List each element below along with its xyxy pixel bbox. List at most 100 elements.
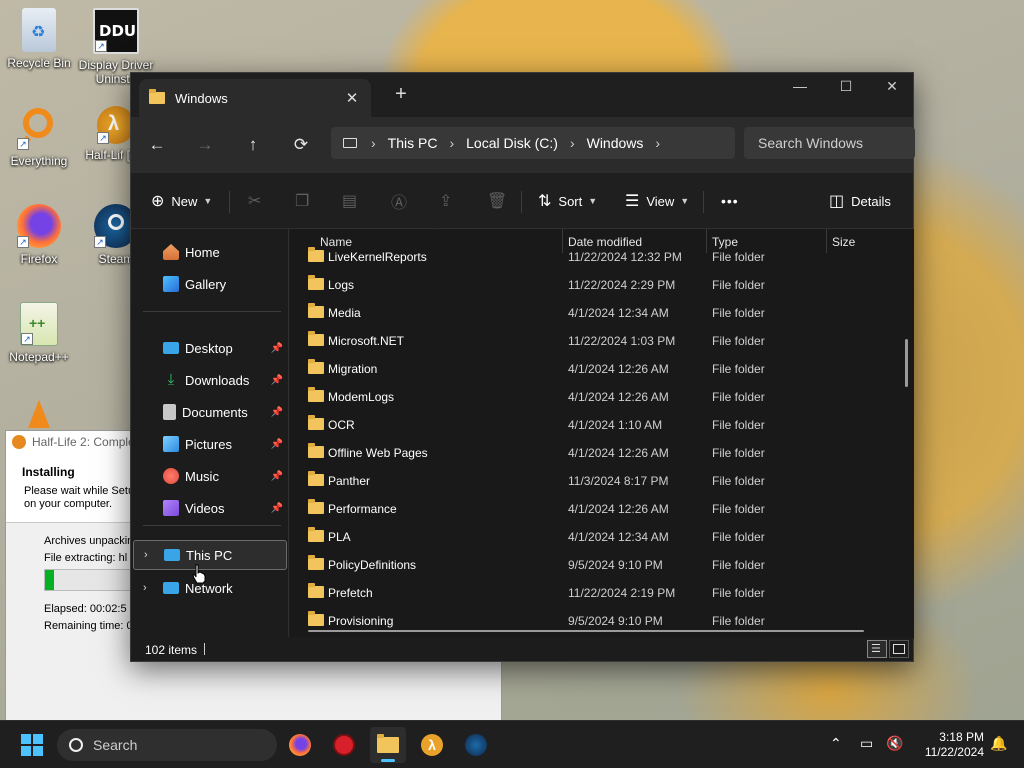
windows-logo-icon	[21, 734, 43, 756]
pin-icon[interactable]: 📌	[271, 439, 283, 450]
system-clock[interactable]: 3:18 PM 11/22/2024	[916, 730, 984, 760]
desktop-icon-label: Notepad++	[9, 350, 69, 364]
share-button[interactable]: ⇪	[439, 173, 459, 229]
table-row[interactable]: Migration 4/1/2024 12:26 AM File folder	[290, 355, 914, 383]
shortcut-arrow-icon: ↗	[21, 333, 33, 345]
see-more-button[interactable]: •••	[721, 173, 739, 229]
item-count: 102 items	[145, 643, 198, 657]
sidebar-item-network[interactable]: › Network	[133, 573, 287, 603]
volume-muted-icon[interactable]: 🔇	[886, 735, 903, 752]
table-row[interactable]: PLA 4/1/2024 12:34 AM File folder	[290, 523, 914, 551]
sidebar-item-this-pc[interactable]: › This PC	[133, 540, 287, 570]
view-button[interactable]: ☰ View ▼	[625, 173, 689, 229]
folder-icon	[308, 303, 324, 318]
table-row[interactable]: PolicyDefinitions 9/5/2024 9:10 PM File fo…	[290, 551, 914, 579]
pin-icon[interactable]: 📌	[271, 471, 283, 482]
desktop-icon-notepadpp[interactable]: ++ ↗ Notepad++	[1, 302, 77, 364]
start-button[interactable]	[14, 727, 50, 763]
chevron-down-icon: ▼	[203, 196, 213, 206]
sidebar-item-videos[interactable]: Videos 📌	[133, 493, 287, 523]
vlc-icon[interactable]	[28, 400, 50, 428]
taskbar-app-red[interactable]	[326, 727, 362, 763]
details-pane-icon: ◫	[829, 193, 845, 210]
rename-button[interactable]: Ⓐ	[391, 173, 414, 229]
details-label: Details	[851, 193, 891, 209]
sidebar-item-music[interactable]: Music 📌	[133, 461, 287, 491]
chevron-down-icon: ▼	[680, 196, 690, 206]
sidebar-item-home[interactable]: Home	[133, 237, 287, 267]
pin-icon[interactable]: 📌	[271, 503, 283, 514]
table-row[interactable]: ModemLogs 4/1/2024 12:26 AM File folder	[290, 383, 914, 411]
maximize-button[interactable]: ☐	[823, 73, 869, 101]
paste-button[interactable]: ▤	[342, 173, 364, 229]
file-type: File folder	[712, 306, 765, 320]
chevron-right-icon: ›	[449, 135, 455, 151]
chevron-right-icon[interactable]: ›	[144, 549, 148, 561]
address-bar[interactable]: › This PC › Local Disk (C:) › Windows ›	[331, 127, 735, 159]
table-row[interactable]: Offline Web Pages 4/1/2024 12:26 AM File f…	[290, 439, 914, 467]
navigation-pane: Home Gallery Desktop 📌 ⤓ Downloads 📌 Doc…	[131, 229, 289, 639]
sidebar-item-downloads[interactable]: ⤓ Downloads 📌	[133, 365, 287, 395]
folder-icon	[308, 583, 324, 598]
sort-button[interactable]: ⇅ Sort ▼	[538, 173, 597, 229]
breadcrumb-local-disk[interactable]: Local Disk (C:)	[466, 135, 558, 151]
file-name: Media	[328, 306, 361, 320]
notifications-icon[interactable]: 🔔	[990, 735, 1007, 752]
taskbar-firefox[interactable]	[282, 727, 318, 763]
search-input[interactable]: Search Windows	[744, 127, 915, 159]
pin-icon[interactable]: 📌	[271, 343, 283, 354]
table-row[interactable]: Media 4/1/2024 12:34 AM File folder	[290, 299, 914, 327]
copy-button[interactable]: ❐	[295, 173, 316, 229]
table-row[interactable]: Microsoft.NET 11/22/2024 1:03 PM File fold…	[290, 327, 914, 355]
file-date-modified: 4/1/2024 12:26 AM	[568, 502, 669, 516]
breadcrumb-this-pc[interactable]: This PC	[388, 135, 438, 151]
sidebar-item-gallery[interactable]: Gallery	[133, 269, 287, 299]
horizontal-scrollbar[interactable]	[308, 630, 864, 632]
sidebar-item-label: Documents	[182, 404, 248, 420]
close-window-button[interactable]: ✕	[869, 73, 915, 101]
table-row[interactable]: Prefetch 11/22/2024 2:19 PM File folder	[290, 579, 914, 607]
table-row[interactable]: OCR 4/1/2024 1:10 AM File folder	[290, 411, 914, 439]
sidebar-item-documents[interactable]: Documents 📌	[133, 397, 287, 427]
details-view-toggle[interactable]: ☰	[867, 640, 887, 658]
taskbar-search-box[interactable]: Search	[57, 729, 277, 761]
forward-button[interactable]: →	[191, 131, 219, 159]
document-icon	[163, 404, 176, 420]
more-icon: •••	[721, 193, 739, 209]
back-button[interactable]: ←	[143, 131, 171, 159]
taskbar-half-life[interactable]: λ	[414, 727, 450, 763]
new-tab-button[interactable]: +	[389, 83, 413, 107]
details-button[interactable]: ◫ Details	[829, 173, 891, 229]
show-hidden-icons-chevron[interactable]: ⌃	[830, 735, 842, 752]
tab-windows[interactable]: Windows ✕	[139, 79, 371, 117]
delete-button[interactable]: 🗑	[487, 173, 514, 229]
table-row[interactable]: Performance 4/1/2024 12:26 AM File folder	[290, 495, 914, 523]
file-name: LiveKernelReports	[328, 250, 427, 264]
taskbar-steam[interactable]	[458, 727, 494, 763]
pin-icon[interactable]: 📌	[271, 407, 283, 418]
sidebar-item-desktop[interactable]: Desktop 📌	[133, 333, 287, 363]
chevron-right-icon[interactable]: ›	[143, 582, 147, 594]
desktop-icon-everything[interactable]: ↗ Everything	[1, 106, 77, 168]
cut-button[interactable]: ✂	[248, 173, 268, 229]
network-tray-icon[interactable]: ▭	[860, 735, 873, 752]
pin-icon[interactable]: 📌	[271, 375, 283, 386]
vertical-scrollbar[interactable]	[905, 339, 908, 387]
chevron-right-icon[interactable]: ›	[655, 135, 660, 151]
file-type: File folder	[712, 474, 765, 488]
sidebar-item-pictures[interactable]: Pictures 📌	[133, 429, 287, 459]
taskbar-file-explorer[interactable]	[370, 727, 406, 763]
refresh-button[interactable]: ⟳	[287, 131, 315, 159]
table-row[interactable]: Panther 11/3/2024 8:17 PM File folder	[290, 467, 914, 495]
minimize-button[interactable]: —	[777, 73, 823, 101]
close-tab-icon[interactable]: ✕	[343, 89, 361, 107]
breadcrumb-windows[interactable]: Windows	[587, 135, 644, 151]
table-row[interactable]: LiveKernelReports 11/22/2024 12:32 PM File…	[290, 243, 914, 271]
table-row[interactable]: Logs 11/22/2024 2:29 PM File folder	[290, 271, 914, 299]
tiles-view-toggle[interactable]	[889, 640, 909, 658]
up-button[interactable]: ↑	[239, 131, 267, 159]
file-date-modified: 11/22/2024 1:03 PM	[568, 334, 676, 348]
desktop-icon-firefox[interactable]: ↗ Firefox	[1, 204, 77, 266]
new-button[interactable]: ⊕ New ▼	[151, 173, 212, 229]
desktop-icon-recycle-bin[interactable]: ♻ Recycle Bin	[1, 8, 77, 70]
